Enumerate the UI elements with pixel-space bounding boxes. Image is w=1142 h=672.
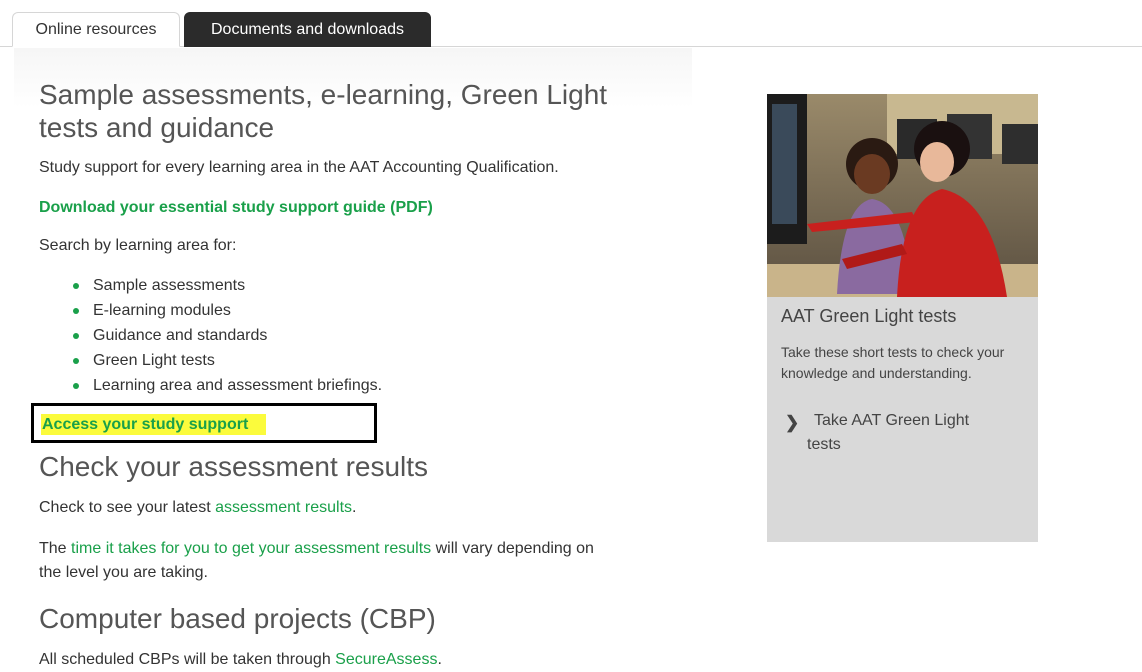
cbp-text-prefix: All scheduled CBPs will be taken through [39,651,336,668]
chevron-right-icon: ❯ [785,413,800,432]
cbp-text-suffix: . [437,651,442,668]
card-link-line-1: Take AAT Green Light [814,412,970,429]
results-text-suffix: . [352,499,357,516]
heading-line-1: Sample assessments, e-learning, Green Li… [39,79,608,110]
card-description: Take these short tests to check your kno… [781,344,1005,381]
list-item: Green Light tests [73,348,382,373]
green-light-card: AAT Green Light tests Take these short t… [767,94,1038,542]
list-item-label: Guidance and standards [93,327,268,344]
intro-text: Study support for every learning area in… [39,159,559,176]
secureassess-link[interactable]: SecureAssess [335,651,437,668]
timing-text-line-2: the level you are taking. [39,564,208,581]
results-timing-text: The time it takes for you to get your as… [39,537,594,585]
list-item: Guidance and standards [73,323,382,348]
green-light-tests-link[interactable]: ❯ Take AAT Green Light tests [785,409,1015,457]
bullet-icon [73,333,79,339]
cbp-text: All scheduled CBPs will be taken through… [39,648,442,672]
list-item-label: Green Light tests [93,352,215,369]
results-timing-link[interactable]: time it takes for you to get your assess… [71,540,431,557]
list-item: Learning area and assessment briefings. [73,373,382,398]
card-title: AAT Green Light tests [781,306,957,326]
bullet-icon [73,308,79,314]
photo-illustration [767,94,1038,297]
results-text: Check to see your latest assessment resu… [39,496,356,520]
search-label: Search by learning area for: [39,237,237,254]
tab-bar: Online resources Documents and downloads [0,0,1142,48]
assessment-results-link[interactable]: assessment results [215,499,352,516]
study-guide-link[interactable]: Download your essential study support gu… [39,198,433,218]
section-heading-study-support: Sample assessments, e-learning, Green Li… [39,78,607,144]
results-text-prefix: Check to see your latest [39,499,216,516]
card-link-line-2: tests [807,436,841,453]
students-photo [767,94,1038,297]
heading-line-2: tests and guidance [39,112,275,143]
highlight-box: Access your study support [31,403,377,443]
list-item-label: E-learning modules [93,302,231,319]
timing-text-suffix: will vary depending on [431,540,594,557]
tab-documents-and-downloads[interactable]: Documents and downloads [184,12,431,47]
bullet-icon [73,383,79,389]
tab-online-resources[interactable]: Online resources [12,12,180,47]
bullet-icon [73,358,79,364]
list-item: Sample assessments [73,273,382,298]
list-item-label: Learning area and assessment briefings. [93,377,383,394]
learning-area-list: Sample assessments E-learning modules Gu… [73,273,382,398]
section-heading-results: Check your assessment results [39,451,429,482]
bullet-icon [73,283,79,289]
timing-text-prefix: The [39,540,72,557]
list-item-label: Sample assessments [93,277,246,294]
access-study-support-link[interactable]: Access your study support [41,414,267,435]
section-heading-cbp: Computer based projects (CBP) [39,603,436,634]
list-item: E-learning modules [73,298,382,323]
